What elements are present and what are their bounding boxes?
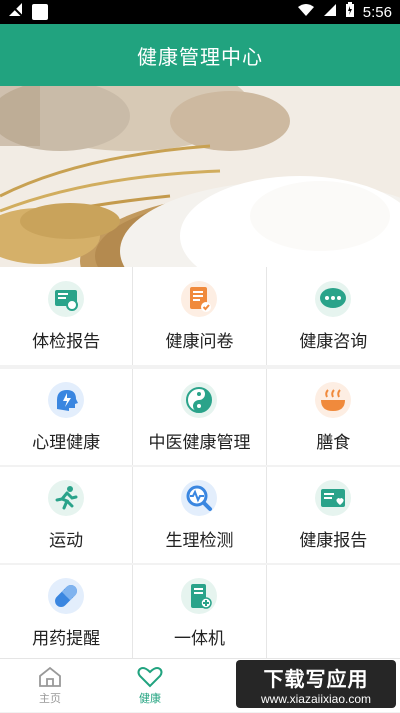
running-icon	[48, 479, 85, 516]
checkup-report-icon	[48, 280, 85, 317]
brain-icon	[48, 381, 85, 418]
battery-icon	[345, 2, 355, 22]
grid-item-diet[interactable]: 膳食	[267, 369, 400, 465]
grid-item-consultation[interactable]: 健康咨询	[267, 267, 400, 365]
status-bar: 5:56	[0, 0, 400, 24]
grid-item-exercise[interactable]: 运动	[0, 467, 134, 563]
questionnaire-icon	[181, 280, 218, 317]
signal-off-icon	[8, 2, 24, 22]
feature-grid: 体检报告 健康问卷 健康咨询 心理健康 中医健康管理 膳食 运动 生理检测 健康…	[0, 267, 400, 661]
wifi-icon	[297, 3, 315, 21]
bowl-icon	[315, 381, 352, 418]
grid-item-label: 一体机	[173, 628, 225, 649]
page-title: 健康管理中心	[137, 44, 263, 69]
grid-item-label: 用药提醒	[32, 628, 101, 649]
grid-item-label: 运动	[49, 530, 84, 551]
watermark-logo: 下载写应用 www.xiazaiixiao.com	[236, 660, 396, 708]
watermark-url: www.xiazaiixiao.com	[260, 691, 372, 706]
chat-icon	[315, 280, 352, 317]
grid-row: 心理健康 中医健康管理 膳食	[0, 369, 400, 465]
grid-item-health-report[interactable]: 健康报告	[267, 467, 400, 563]
status-time: 5:56	[362, 3, 392, 21]
heart-report-icon	[315, 479, 352, 516]
magnifier-pulse-icon	[181, 479, 218, 516]
grid-item-empty	[267, 565, 400, 661]
grid-item-checkup-report[interactable]: 体检报告	[0, 267, 134, 365]
grid-item-label: 心理健康	[32, 432, 101, 453]
device-icon	[181, 577, 218, 614]
grid-item-label: 体检报告	[32, 331, 101, 352]
home-icon	[39, 666, 61, 687]
heart-icon	[137, 667, 163, 688]
grid-item-physiological-test[interactable]: 生理检测	[133, 467, 267, 563]
grid-item-tcm[interactable]: 中医健康管理	[133, 369, 267, 465]
grid-item-label: 健康咨询	[299, 331, 368, 352]
grid-item-all-in-one[interactable]: 一体机	[133, 565, 267, 661]
grid-item-questionnaire[interactable]: 健康问卷	[133, 267, 267, 365]
app-header: 健康管理中心	[0, 24, 400, 86]
tab-label: 主页	[39, 692, 61, 705]
grid-item-medication-reminder[interactable]: 用药提醒	[0, 565, 134, 661]
grid-row: 用药提醒 一体机	[0, 565, 400, 661]
yin-yang-icon	[181, 381, 218, 418]
watermark-title: 下载写应用	[263, 666, 369, 691]
banner-image	[0, 86, 400, 267]
grid-item-label: 健康问卷	[165, 331, 234, 352]
tab-home[interactable]: 主页	[0, 659, 100, 713]
tab-health[interactable]: 健康	[100, 659, 200, 713]
capsule-icon	[48, 577, 85, 614]
cell-signal-icon	[323, 3, 337, 21]
tab-label: 健康	[139, 692, 161, 705]
grid-item-label: 膳食	[316, 432, 351, 453]
grid-item-label: 生理检测	[165, 530, 234, 551]
grid-row: 运动 生理检测 健康报告	[0, 467, 400, 563]
grid-item-label: 健康报告	[299, 530, 368, 551]
grid-row: 体检报告 健康问卷 健康咨询	[0, 267, 400, 365]
grid-item-mental-health[interactable]: 心理健康	[0, 369, 134, 465]
grid-item-label: 中医健康管理	[148, 432, 251, 453]
notification-icon	[32, 4, 48, 20]
